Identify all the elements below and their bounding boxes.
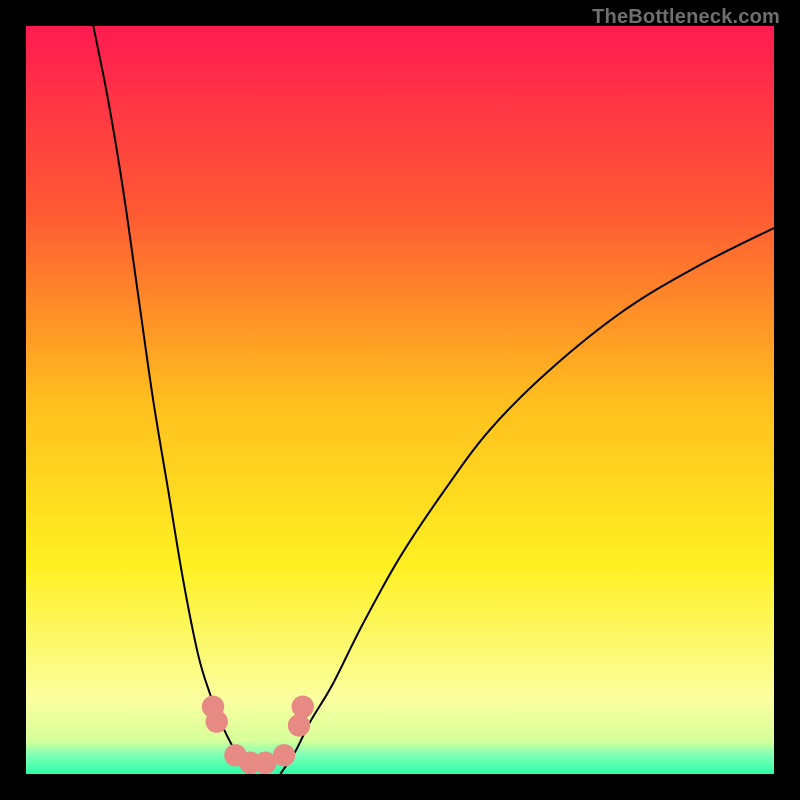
- chart-frame: TheBottleneck.com: [0, 0, 800, 800]
- data-marker: [273, 744, 295, 766]
- data-marker: [288, 714, 310, 736]
- watermark-text: TheBottleneck.com: [592, 6, 780, 29]
- data-marker: [292, 695, 314, 717]
- curve-left-branch: [93, 26, 250, 774]
- data-markers: [202, 695, 314, 774]
- curve-right-branch: [280, 228, 774, 774]
- data-marker: [206, 710, 228, 732]
- curves-layer: [26, 26, 774, 774]
- plot-area: [26, 26, 774, 774]
